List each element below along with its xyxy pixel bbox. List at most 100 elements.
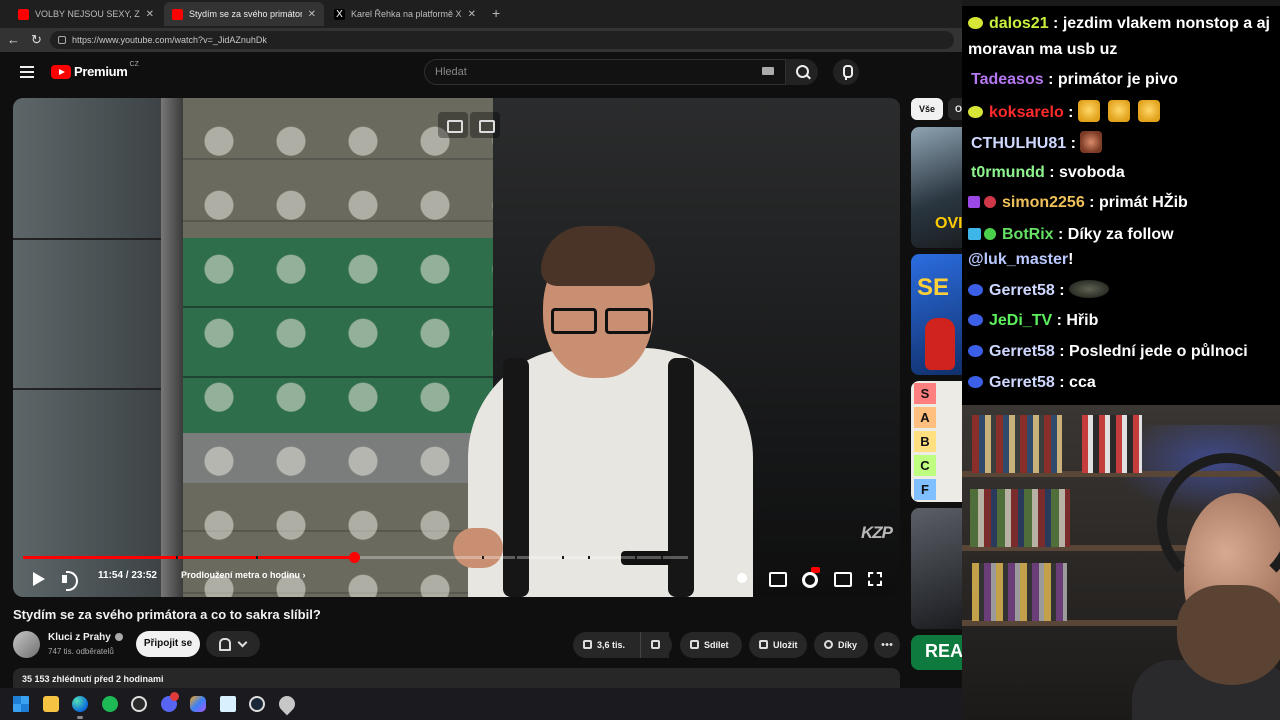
chat-text: ! bbox=[1068, 251, 1074, 268]
save-button[interactable]: Uložit bbox=[749, 632, 807, 658]
dislike-button[interactable] bbox=[640, 632, 672, 658]
youtube-play-logo-icon bbox=[51, 64, 71, 79]
chat-text: : jezdim vlakem nonstop a aj bbox=[1048, 15, 1270, 32]
fullscreen-icon[interactable] bbox=[865, 569, 885, 587]
url-text: https://www.youtube.com/watch?v=_JidAZnu… bbox=[72, 35, 267, 45]
more-icon bbox=[881, 643, 893, 646]
search-input[interactable]: Hledat bbox=[424, 59, 786, 85]
back-arrow-icon[interactable]: ← bbox=[7, 32, 20, 47]
edge-browser-icon[interactable] bbox=[72, 696, 88, 712]
hd-badge bbox=[811, 567, 820, 573]
chip-all[interactable]: Vše bbox=[911, 98, 943, 120]
recommended-video-thumbnail[interactable]: OVI bbox=[911, 127, 962, 248]
copilot-icon[interactable] bbox=[190, 696, 206, 712]
more-actions-button[interactable] bbox=[874, 632, 900, 658]
subscriber-count: 747 tis. odběratelů bbox=[48, 647, 114, 656]
youtube-favicon-icon bbox=[18, 8, 29, 20]
autoplay-toggle-icon[interactable] bbox=[733, 569, 753, 587]
chat-badge-icon bbox=[968, 284, 983, 296]
thumbnail-text: REA bbox=[925, 641, 962, 661]
site-info-icon[interactable] bbox=[58, 36, 66, 44]
cast-icon[interactable] bbox=[438, 112, 468, 138]
chat-message-continuation: moravan ma usb uz bbox=[968, 41, 1118, 58]
spotify-icon[interactable] bbox=[102, 696, 118, 712]
chat-badge-icon bbox=[968, 17, 983, 29]
browser-tab-1[interactable]: VOLBY NEJSOU SEXY, Z NICH NEM ✕ bbox=[10, 2, 162, 26]
windows-start-icon[interactable] bbox=[13, 696, 29, 712]
play-icon[interactable] bbox=[29, 569, 49, 589]
emote-icon bbox=[1107, 100, 1130, 122]
search-button[interactable] bbox=[786, 59, 818, 85]
chat-username: Gerret58 bbox=[989, 282, 1055, 299]
theater-mode-icon[interactable] bbox=[832, 569, 852, 587]
chat-message: koksarelo : bbox=[968, 100, 1168, 124]
browser-tab-3[interactable]: X Karel Řehka na platformě X: „Po vi ✕ bbox=[326, 2, 484, 26]
tier-label: C bbox=[914, 455, 936, 476]
emote-icon bbox=[1077, 100, 1100, 122]
thanks-label: Díky bbox=[838, 640, 858, 650]
chapter-marker bbox=[515, 556, 518, 559]
thanks-button[interactable]: Díky bbox=[814, 632, 868, 658]
channel-watermark[interactable]: KZP bbox=[861, 523, 893, 543]
join-button[interactable]: Připojit se bbox=[136, 631, 200, 657]
chat-message: BotRix : Díky za follow bbox=[968, 224, 1174, 246]
progress-bar[interactable] bbox=[23, 552, 688, 563]
chat-badge-icon bbox=[968, 314, 983, 326]
recommended-video-thumbnail[interactable] bbox=[911, 508, 962, 629]
logo-brand-text: Premium bbox=[74, 64, 128, 79]
reload-icon[interactable]: ↻ bbox=[31, 32, 42, 48]
chat-text: : bbox=[1066, 135, 1081, 152]
chapter-marker bbox=[561, 556, 564, 559]
menu-icon[interactable] bbox=[20, 66, 34, 78]
obs-icon[interactable] bbox=[131, 696, 147, 712]
chat-message: Gerret58 : cca bbox=[968, 372, 1096, 394]
chapter-marker bbox=[588, 556, 591, 559]
steam-icon[interactable] bbox=[249, 696, 265, 712]
notification-bell-button[interactable] bbox=[206, 631, 260, 657]
close-icon[interactable]: ✕ bbox=[468, 9, 476, 20]
emote-icon bbox=[1080, 131, 1103, 153]
stream-chat-overlay: dalos21 : jezdim vlakem nonstop a aj mor… bbox=[962, 0, 1280, 405]
discord-icon[interactable] bbox=[161, 692, 179, 712]
browser-tab-2[interactable]: Stydím se za svého primátora ✕ bbox=[164, 2, 324, 26]
chapter-title-button[interactable]: Prodloužení metra o hodinu › bbox=[181, 570, 306, 580]
recommended-video-thumbnail[interactable]: S A B C F bbox=[911, 381, 962, 502]
chat-mention[interactable]: @luk_master bbox=[968, 251, 1068, 268]
youtube-favicon-icon bbox=[172, 8, 183, 20]
windows-taskbar bbox=[0, 688, 962, 720]
close-icon[interactable]: ✕ bbox=[146, 9, 154, 20]
chat-username: CTHULHU81 bbox=[971, 135, 1067, 152]
keyboard-icon[interactable] bbox=[762, 67, 774, 75]
youtube-logo[interactable]: Premium CZ bbox=[51, 61, 139, 79]
chat-message: t0rmundd : svoboda bbox=[971, 162, 1125, 184]
chat-message: CTHULHU81 : bbox=[971, 131, 1110, 155]
video-title: Stydím se za svého primátora a co to sak… bbox=[13, 607, 321, 622]
tier-label: F bbox=[914, 479, 936, 500]
emote-icon bbox=[1069, 280, 1110, 298]
notepad-icon[interactable] bbox=[220, 696, 236, 712]
channel-name-link[interactable]: Kluci z Prahy bbox=[48, 632, 123, 643]
chat-badge-icon bbox=[968, 196, 980, 208]
recommended-video-thumbnail[interactable]: REA bbox=[911, 635, 962, 670]
volume-icon[interactable] bbox=[60, 569, 80, 591]
thanks-icon bbox=[824, 640, 833, 649]
recommended-video-thumbnail[interactable]: SE bbox=[911, 254, 962, 375]
video-player[interactable]: KZP 11:54 / 23:52 Prodloužení metra o ho… bbox=[13, 98, 900, 597]
voice-search-button[interactable] bbox=[833, 59, 859, 85]
address-bar[interactable]: https://www.youtube.com/watch?v=_JidAZnu… bbox=[50, 31, 954, 49]
save-label: Uložit bbox=[773, 640, 798, 650]
avatar[interactable] bbox=[13, 631, 40, 658]
file-explorer-icon[interactable] bbox=[43, 696, 59, 712]
chat-text: : cca bbox=[1054, 374, 1096, 391]
close-icon[interactable]: ✕ bbox=[308, 9, 316, 20]
subtitles-icon[interactable] bbox=[767, 569, 787, 587]
video-frame bbox=[13, 98, 900, 597]
browser-tabbar: VOLBY NEJSOU SEXY, Z NICH NEM ✕ Stydím s… bbox=[0, 0, 962, 28]
settings-gear-icon[interactable] bbox=[799, 567, 820, 588]
video-overlay-icon[interactable] bbox=[470, 112, 500, 138]
chat-text: : Poslední jede o půlnoci bbox=[1054, 343, 1248, 360]
description-box[interactable]: 35 153 zhlédnutí před 2 hodinami bbox=[13, 668, 900, 688]
new-tab-button[interactable]: + bbox=[492, 5, 500, 21]
maps-pin-icon[interactable] bbox=[275, 692, 299, 716]
share-button[interactable]: Sdílet bbox=[680, 632, 742, 658]
